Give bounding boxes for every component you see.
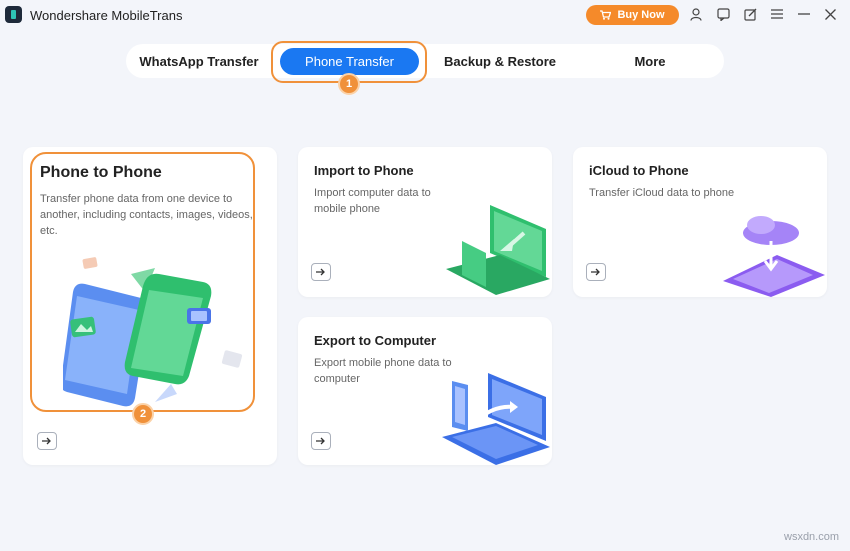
- tab-whatsapp-transfer[interactable]: WhatsApp Transfer: [134, 44, 264, 78]
- export-to-computer-illustration-icon: [442, 373, 550, 465]
- card-title: iCloud to Phone: [589, 163, 689, 178]
- import-to-phone-go-button[interactable]: [311, 263, 331, 281]
- arrow-right-icon: [42, 437, 51, 445]
- card-export-to-computer[interactable]: Export to Computer Export mobile phone d…: [298, 317, 552, 465]
- buy-now-button[interactable]: Buy Now: [586, 5, 679, 25]
- app-logo-icon: [5, 6, 22, 23]
- feedback-icon[interactable]: [715, 6, 731, 22]
- watermark-text: wsxdn.com: [784, 531, 840, 543]
- arrow-right-icon: [591, 268, 600, 276]
- arrow-right-icon: [316, 437, 325, 445]
- app-title: Wondershare MobileTrans: [30, 8, 183, 23]
- card-description: Transfer iCloud data to phone: [589, 187, 735, 199]
- step-badge-2: 2: [132, 403, 154, 425]
- title-bar: Wondershare MobileTrans Buy Now: [0, 0, 850, 30]
- step-badge-1: 1: [338, 73, 360, 95]
- close-icon[interactable]: [822, 6, 838, 22]
- cart-icon: [600, 10, 612, 20]
- phone-to-phone-go-button[interactable]: [37, 432, 57, 450]
- edit-icon[interactable]: [742, 6, 758, 22]
- card-title: Export to Computer: [314, 333, 437, 348]
- step-highlight-card: [30, 152, 255, 412]
- minimize-icon[interactable]: [796, 6, 812, 22]
- card-description: Import computer data to mobile phone: [314, 187, 431, 215]
- tab-more[interactable]: More: [581, 44, 719, 78]
- card-import-to-phone[interactable]: Import to Phone Import computer data to …: [298, 147, 552, 297]
- icloud-to-phone-illustration-icon: [723, 216, 825, 297]
- account-icon[interactable]: [688, 6, 704, 22]
- buy-now-label: Buy Now: [617, 9, 665, 21]
- tab-backup-restore[interactable]: Backup & Restore: [426, 44, 574, 78]
- arrow-right-icon: [316, 268, 325, 276]
- icloud-to-phone-go-button[interactable]: [586, 263, 606, 281]
- export-to-computer-go-button[interactable]: [311, 432, 331, 450]
- menu-icon[interactable]: [769, 6, 785, 22]
- card-title: Import to Phone: [314, 163, 414, 178]
- card-icloud-to-phone[interactable]: iCloud to Phone Transfer iCloud data to …: [573, 147, 827, 297]
- import-to-phone-illustration-icon: [446, 205, 550, 295]
